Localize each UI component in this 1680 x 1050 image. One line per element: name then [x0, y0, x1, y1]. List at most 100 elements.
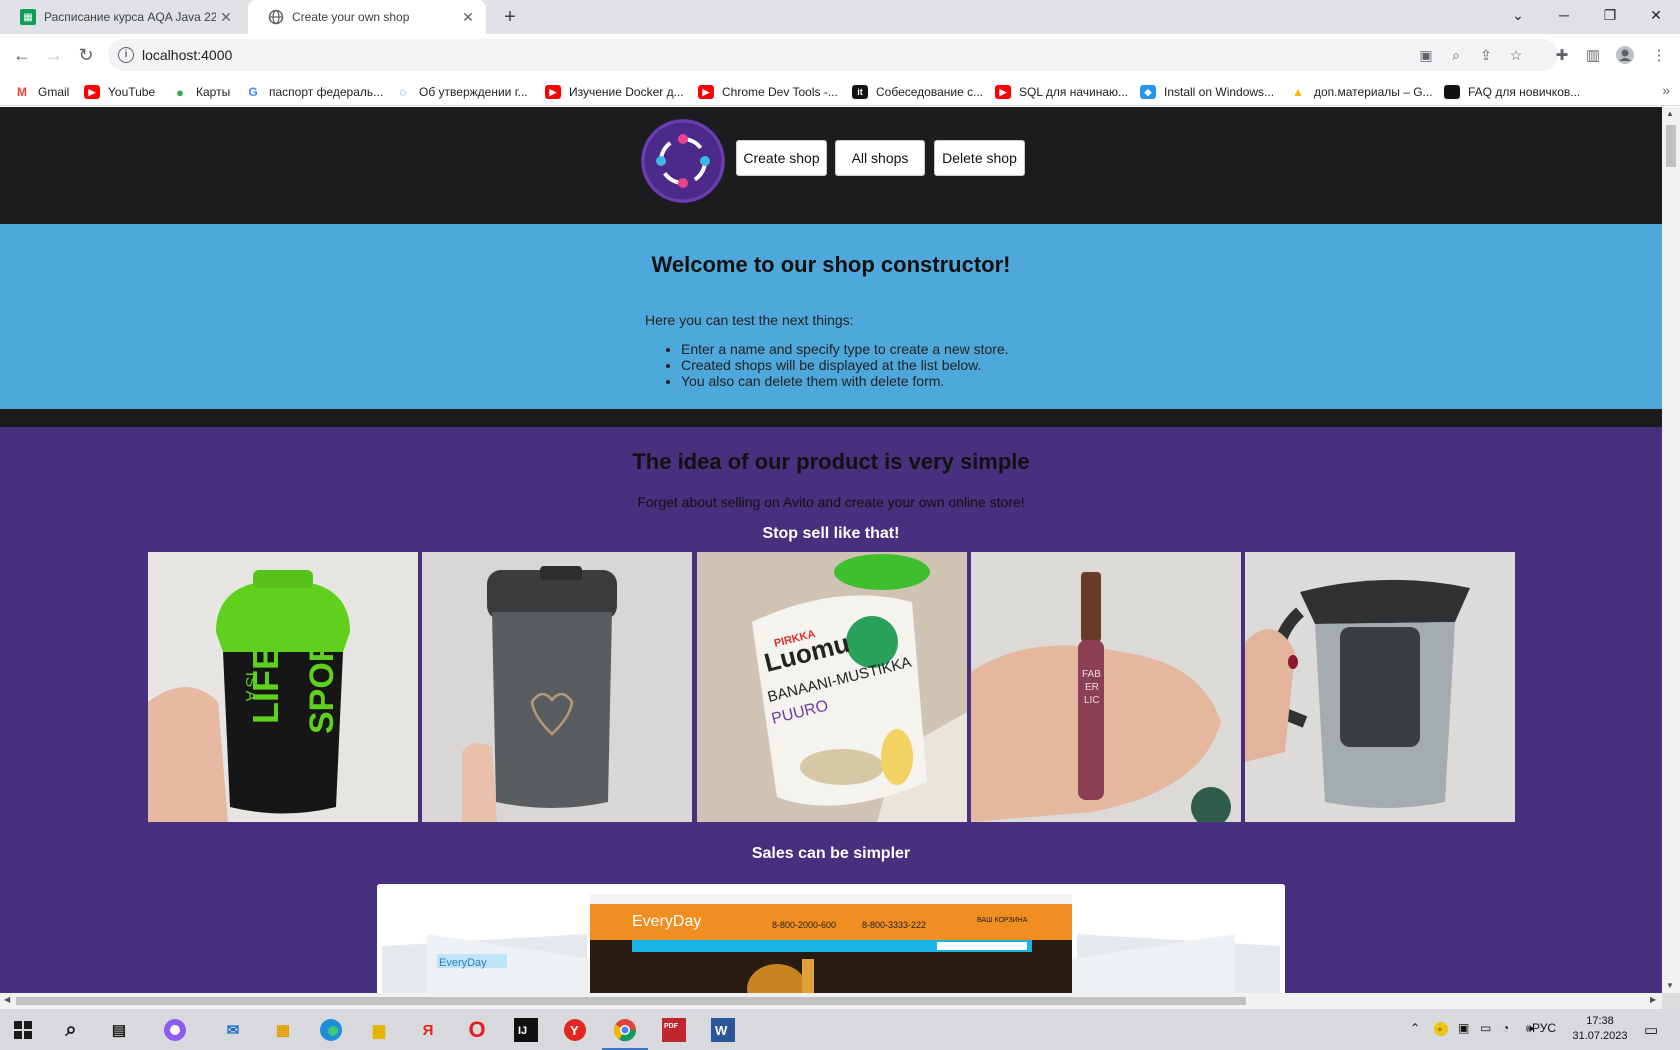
scroll-right-icon[interactable]: ▶	[1650, 995, 1656, 1004]
bookmark-materials[interactable]: ▲ доп.материалы – G...	[1290, 83, 1433, 101]
minimize-icon[interactable]: ─	[1541, 0, 1587, 30]
new-tab-button[interactable]: +	[498, 5, 522, 29]
shaker-text-3: SPORT	[303, 617, 341, 734]
scroll-left-icon[interactable]: ◀	[4, 995, 10, 1004]
tab-title: Расписание курса AQA Java 22.1	[44, 10, 216, 24]
store-brand-left: EveryDay	[439, 957, 487, 969]
side-panel-icon[interactable]: ▥	[1582, 44, 1604, 66]
scroll-up-icon[interactable]: ▲	[1666, 109, 1674, 118]
baby-puree-photo: PIRKKA Luomu BANAANI-MUSTIKKA PUURO	[697, 552, 967, 822]
bookmark-devtools[interactable]: ▶ Chrome Dev Tools -...	[698, 83, 838, 101]
idea-subtitle: Forget about selling on Avito and create…	[637, 494, 1025, 510]
share-icon[interactable]: ⇪	[1476, 45, 1496, 65]
edge-icon[interactable]	[316, 1015, 346, 1045]
horizontal-scrollbar[interactable]: ◀ ▶	[0, 993, 1662, 1009]
store-icon[interactable]: ▦	[268, 1015, 298, 1045]
camera-icon[interactable]: ▣	[1458, 1021, 1469, 1035]
more-bookmarks-icon[interactable]: »	[1662, 82, 1670, 98]
close-icon[interactable]: ✕	[216, 9, 236, 26]
tab-search-icon[interactable]: ⌄	[1495, 0, 1541, 30]
bookmark-star-icon[interactable]: ☆	[1506, 45, 1526, 65]
translate-icon[interactable]: ▣	[1416, 45, 1436, 65]
menu-icon[interactable]: ⋮	[1648, 44, 1670, 66]
bookmark-install-windows[interactable]: ◆ Install on Windows...	[1140, 83, 1274, 101]
close-icon[interactable]: ✕	[458, 9, 478, 26]
youtube-icon: ▶	[995, 85, 1011, 99]
vertical-scrollbar[interactable]: ▲ ▼	[1662, 107, 1680, 993]
thermo-mug-photo	[422, 552, 692, 822]
welcome-section: Welcome to our shop constructor! Here yo…	[0, 224, 1662, 409]
store-cart: ВАШ КОРЗИНА	[977, 917, 1028, 924]
profile-avatar-icon[interactable]	[1614, 44, 1636, 66]
tab-strip: ▦ Расписание курса AQA Java 22.1 ✕ Creat…	[0, 0, 1680, 34]
store-phone-2: 8-800-3333-222	[862, 920, 926, 930]
gloss-text-2: ER	[1085, 682, 1099, 693]
site-info-icon[interactable]: i	[118, 47, 134, 63]
all-shops-button[interactable]: All shops	[835, 140, 925, 176]
clock-time: 17:38	[1586, 1015, 1614, 1027]
bookmark-maps[interactable]: ● Карты	[172, 83, 230, 101]
forward-icon[interactable]: →	[41, 42, 67, 68]
file-explorer-icon[interactable]: ▆	[364, 1015, 394, 1045]
page-viewport: Create shop All shops Delete shop Welcom…	[0, 107, 1662, 993]
pdf-reader-icon[interactable]: PDF	[659, 1015, 689, 1045]
wifi-icon[interactable]: ◔	[1502, 1021, 1509, 1035]
alice-assistant-icon[interactable]	[160, 1015, 190, 1045]
intellij-icon[interactable]: IJ	[511, 1015, 541, 1045]
create-shop-button[interactable]: Create shop	[736, 140, 827, 176]
gloss-text-3: LIC	[1084, 695, 1100, 706]
app-logo[interactable]	[641, 119, 725, 203]
tab-create-shop[interactable]: Create your own shop ✕	[248, 0, 486, 34]
word-icon[interactable]: W	[708, 1015, 738, 1045]
bookmark-interview[interactable]: it Собеседование с...	[852, 83, 983, 101]
bookmark-youtube[interactable]: ▶ YouTube	[84, 83, 155, 101]
start-icon[interactable]	[8, 1015, 38, 1045]
bookmark-sql[interactable]: ▶ SQL для начинаю...	[995, 83, 1128, 101]
url-text[interactable]: localhost:4000	[142, 47, 232, 63]
tray-chevron-icon[interactable]: ⌃	[1410, 1021, 1420, 1035]
section-divider	[0, 409, 1662, 427]
mail-icon[interactable]: ✉	[218, 1015, 248, 1045]
tray-app-icon[interactable]: +	[1433, 1021, 1449, 1040]
yandex-icon[interactable]: Я	[413, 1015, 443, 1045]
clock[interactable]: 17:38 31.07.2023	[1565, 1014, 1635, 1044]
tab-schedule[interactable]: ▦ Расписание курса AQA Java 22.1 ✕	[0, 0, 244, 34]
gmail-icon: M	[14, 85, 30, 99]
browser-toolbar: ← → ↻ i localhost:4000 ▣ ⌕ ⇪ ☆ ✚ ▥ ⋮	[0, 34, 1680, 76]
gloss-text-1: FAB	[1082, 669, 1101, 680]
bookmark-passport[interactable]: G паспорт федераль...	[245, 83, 383, 101]
scroll-thumb[interactable]	[1666, 125, 1676, 167]
youtube-icon: ▶	[698, 85, 714, 99]
globe-icon	[268, 9, 284, 25]
delete-shop-button[interactable]: Delete shop	[934, 140, 1025, 176]
back-icon[interactable]: ←	[9, 42, 35, 68]
search-icon[interactable]: ⌕	[56, 1015, 86, 1045]
zoom-icon[interactable]: ⌕	[1446, 45, 1466, 65]
battery-icon[interactable]: ▭	[1480, 1021, 1491, 1035]
bookmark-gmail[interactable]: M Gmail	[14, 83, 69, 101]
restore-icon[interactable]: ❐	[1587, 0, 1633, 30]
google-icon: G	[245, 85, 261, 99]
input-language[interactable]: РУС	[1532, 1021, 1556, 1035]
bookmark-faq[interactable]: FAQ для новичков...	[1444, 83, 1580, 101]
faq-icon	[1444, 85, 1460, 99]
task-view-icon[interactable]: ▤	[104, 1015, 134, 1045]
shaker-photo: IS A LIFE SPORT	[148, 552, 418, 822]
svg-text:+: +	[1437, 1025, 1443, 1036]
extensions-icon[interactable]: ✚	[1551, 44, 1573, 66]
notifications-icon[interactable]: ▭	[1644, 1021, 1658, 1039]
chrome-icon[interactable]	[602, 1015, 648, 1050]
address-bar[interactable]: i localhost:4000 ▣ ⌕ ⇪ ☆	[108, 39, 1558, 71]
yandex-browser-icon[interactable]: Y	[560, 1015, 590, 1045]
opera-icon[interactable]: O	[462, 1015, 492, 1045]
youtube-icon: ▶	[545, 85, 561, 99]
bookmarks-bar: M Gmail ▶ YouTube ● Карты G паспорт феде…	[0, 76, 1680, 106]
bookmark-docker-video[interactable]: ▶ Изучение Docker д...	[545, 83, 684, 101]
welcome-title: Welcome to our shop constructor!	[651, 252, 1011, 277]
window-close-icon[interactable]: ✕	[1633, 0, 1679, 30]
water-filter-photo	[1245, 552, 1515, 822]
scroll-thumb[interactable]	[16, 997, 1246, 1005]
scroll-down-icon[interactable]: ▼	[1666, 981, 1674, 990]
reload-icon[interactable]: ↻	[73, 42, 99, 68]
bookmark-consultant[interactable]: ◌ Об утверждении г...	[395, 83, 528, 101]
